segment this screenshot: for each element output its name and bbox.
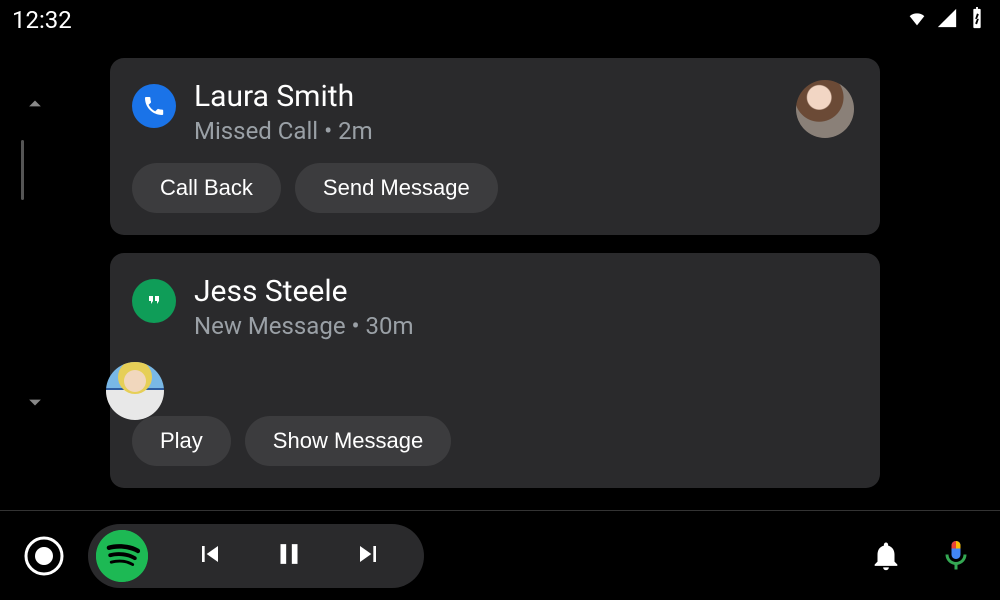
- status-bar: 12:32: [0, 0, 1000, 40]
- media-controls: [88, 524, 424, 588]
- notification-title: Jess Steele: [194, 275, 854, 308]
- content-area: Laura Smith Missed Call • 2m Call Back S…: [0, 40, 1000, 510]
- scroll-up-group: [21, 90, 49, 200]
- bottom-bar: [0, 510, 1000, 600]
- notification-subtitle: New Message • 30m: [194, 312, 854, 340]
- pause-button[interactable]: [272, 537, 306, 575]
- battery-charging-icon: [966, 7, 988, 33]
- contact-avatar: [106, 362, 164, 420]
- send-message-button[interactable]: Send Message: [295, 163, 498, 213]
- spotify-icon[interactable]: [96, 530, 148, 582]
- contact-avatar: [796, 80, 854, 138]
- notification-subtitle: Missed Call • 2m: [194, 117, 854, 145]
- notification-list: Laura Smith Missed Call • 2m Call Back S…: [70, 40, 1000, 510]
- notification-title: Laura Smith: [194, 80, 854, 113]
- notification-card[interactable]: Jess Steele New Message • 30m Play Show …: [110, 253, 880, 488]
- home-button[interactable]: [18, 530, 70, 582]
- show-message-button[interactable]: Show Message: [245, 416, 451, 466]
- notifications-button[interactable]: [860, 530, 912, 582]
- voice-assistant-button[interactable]: [930, 530, 982, 582]
- next-track-button[interactable]: [352, 538, 384, 574]
- phone-icon: [132, 84, 176, 128]
- cellular-icon: [936, 7, 958, 33]
- play-button[interactable]: Play: [132, 416, 231, 466]
- status-icons: [906, 7, 988, 33]
- chevron-up-icon[interactable]: [21, 103, 49, 122]
- wifi-icon: [906, 7, 928, 33]
- scroll-nav: [0, 40, 70, 510]
- previous-track-button[interactable]: [194, 538, 226, 574]
- chevron-down-icon[interactable]: [21, 388, 49, 420]
- hangouts-icon: [132, 279, 176, 323]
- call-back-button[interactable]: Call Back: [132, 163, 281, 213]
- notification-card[interactable]: Laura Smith Missed Call • 2m Call Back S…: [110, 58, 880, 235]
- status-time: 12:32: [12, 6, 72, 34]
- scroll-track[interactable]: [21, 140, 24, 200]
